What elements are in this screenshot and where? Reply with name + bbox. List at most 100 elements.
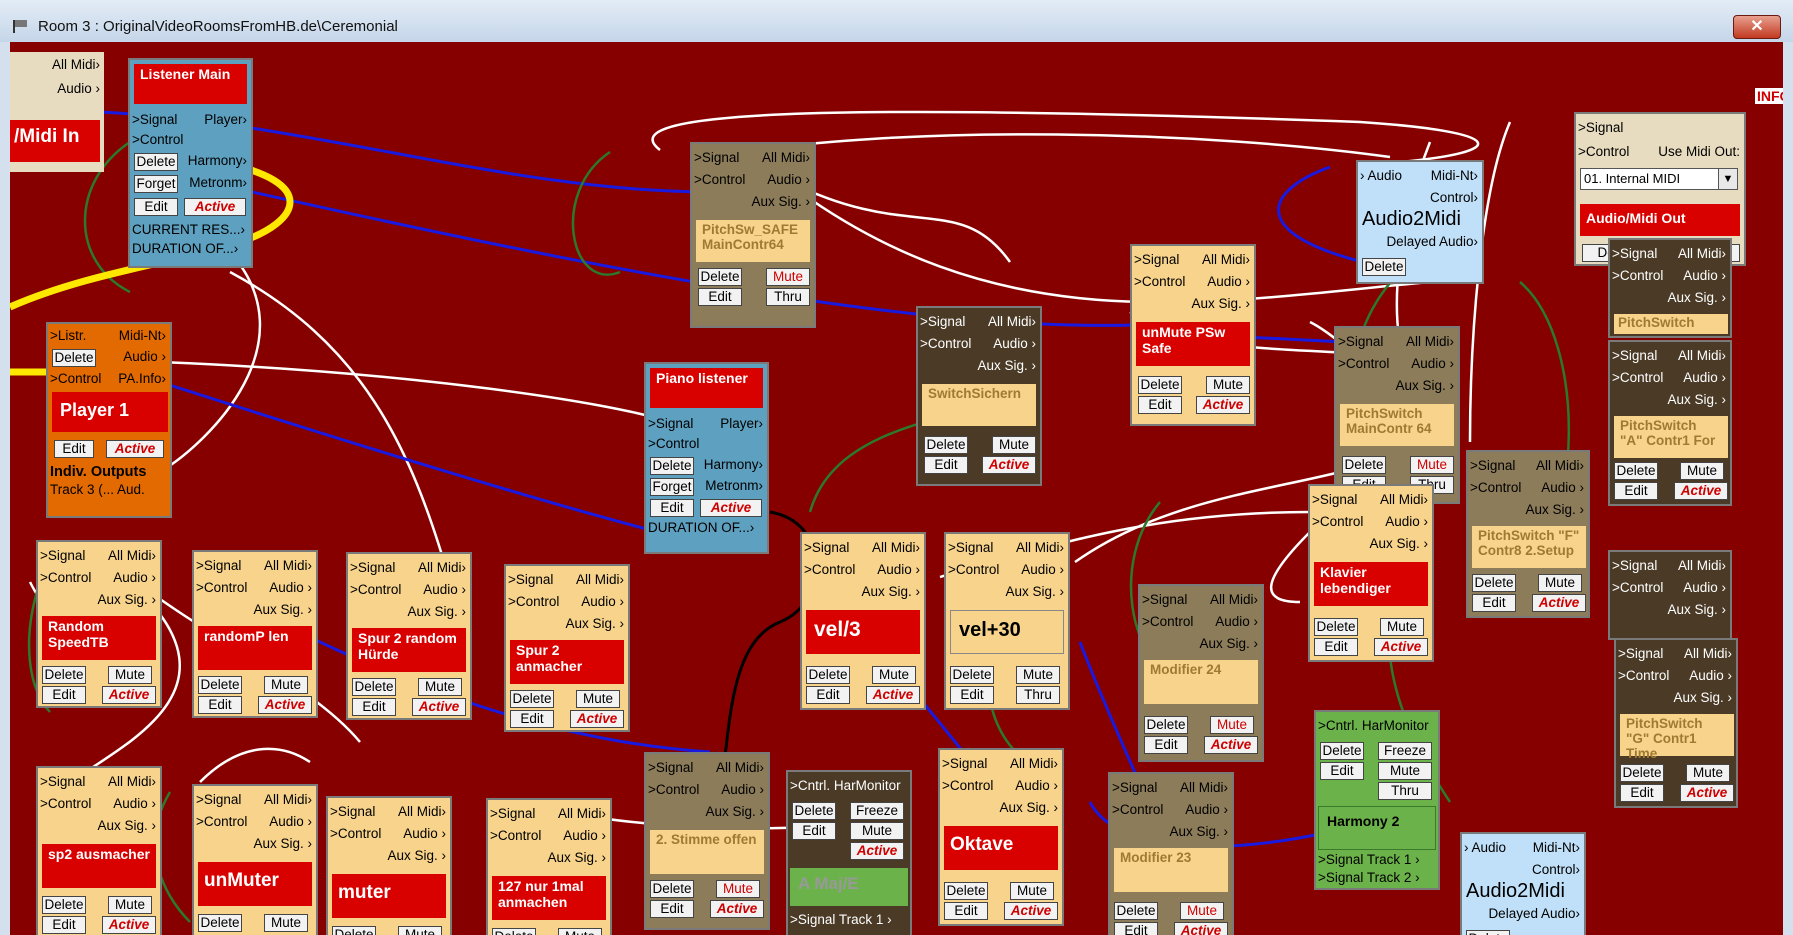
vel3-module[interactable]: >Signal All Midi› >Control Audio › Aux Sig… <box>800 532 926 710</box>
muter-module[interactable]: >Signal All Midi› >Control Audio › Aux Sig… <box>326 796 452 935</box>
edit-button[interactable]: Edit <box>42 686 86 704</box>
edit-button[interactable]: Edit <box>1114 922 1158 935</box>
delete-button[interactable]: Delete <box>198 914 242 932</box>
delete-button[interactable]: Delete <box>1320 742 1364 760</box>
mute-button[interactable]: Mute <box>398 926 442 935</box>
active-button[interactable]: Active <box>412 698 466 716</box>
edit-button[interactable]: Edit <box>650 900 694 918</box>
mute-button[interactable]: Mute <box>1210 716 1254 734</box>
delete-button[interactable]: Delete <box>42 666 86 684</box>
switchsichern-module[interactable]: >Signal All Midi› >Control Audio › Aux S… <box>916 306 1042 486</box>
delete-button[interactable]: Delete <box>198 676 242 694</box>
active-button[interactable]: Active <box>1680 784 1734 802</box>
pitchswitch-main-module[interactable]: >Signal All Midi› >Control Audio › Aux S… <box>1334 326 1460 504</box>
pitchsw-safe-module[interactable]: >Signal All Midi› >Control Audio › Aux S… <box>690 142 816 328</box>
mute-button[interactable]: Mute <box>1206 376 1250 394</box>
edit-button[interactable]: Edit <box>650 499 694 517</box>
info-button[interactable]: INFO <box>1755 88 1783 104</box>
delete-button[interactable]: Delete <box>650 880 694 898</box>
active-button[interactable]: Active <box>700 499 762 517</box>
active-button[interactable]: Active <box>1004 902 1058 920</box>
edit-button[interactable]: Edit <box>198 696 242 714</box>
delete-button[interactable]: Delete <box>332 926 376 935</box>
stimme-module[interactable]: >Signal All Midi› >Control Audio › Aux Sig… <box>644 752 770 930</box>
mute-button[interactable]: Mute <box>1016 666 1060 684</box>
active-button[interactable]: Active <box>710 900 764 918</box>
sp2-ausmacher-module[interactable]: >Signal All Midi› >Control Audio › Aux Sig… <box>36 766 162 935</box>
active-button[interactable]: Active <box>1374 638 1428 656</box>
room-canvas[interactable]: INFO All Midi› Audio › /Midi In Listener… <box>10 42 1783 935</box>
mute-button[interactable]: Mute <box>418 678 462 696</box>
delete-button[interactable]: Delete <box>924 436 968 454</box>
spur2-anmacher-module[interactable]: >Signal All Midi› >Control Audio › Aux Sig… <box>504 564 630 732</box>
delete-button[interactable]: Delete <box>1362 258 1406 276</box>
delete-button[interactable]: Delete <box>792 802 836 820</box>
edit-button[interactable]: Edit <box>1472 594 1516 612</box>
edit-button[interactable]: Edit <box>1144 736 1188 754</box>
delete-button[interactable]: Delete <box>806 666 850 684</box>
edit-button[interactable]: Edit <box>792 822 836 840</box>
delete-button[interactable]: Delete <box>944 882 988 900</box>
delete-button[interactable]: Delete <box>1342 456 1386 474</box>
mute-button[interactable]: Mute <box>766 268 810 286</box>
delete-button[interactable]: Delete <box>1472 574 1516 592</box>
mute-button[interactable]: Mute <box>1378 762 1432 780</box>
randomp-len-module[interactable]: >Signal All Midi› >Control Audio › Aux Sig… <box>192 550 318 718</box>
modifier-24-module[interactable]: >Signal All Midi› >Control Audio › Aux Sig… <box>1138 584 1264 762</box>
edit-button[interactable]: Edit <box>924 456 968 474</box>
active-button[interactable]: Active <box>570 710 624 728</box>
unmuter-module[interactable]: >Signal All Midi› >Control Audio › Aux Sig… <box>192 784 318 935</box>
edit-button[interactable]: Edit <box>134 198 178 216</box>
active-button[interactable]: Active <box>982 456 1036 474</box>
piano-listener-module[interactable]: Piano listener >Signal Player› >Control … <box>644 362 769 554</box>
delete-button[interactable]: Delete <box>1466 930 1510 935</box>
audio2midi-module-1[interactable]: › Audio Midi-Nt› Control› Audio2Midi Del… <box>1356 160 1484 284</box>
harmonitor-module-2[interactable]: >Cntrl. HarMonitor Delete Freeze Edit Mu… <box>1314 710 1440 890</box>
delete-button[interactable]: Delete <box>1314 618 1358 636</box>
pitchswitch-module[interactable]: >Signal All Midi› >Control Audio › Aux S… <box>1608 238 1732 338</box>
edit-button[interactable]: Edit <box>806 686 850 704</box>
pitchswitch-f-module[interactable]: >Signal All Midi› >Control Audio › Aux S… <box>1466 450 1590 618</box>
edit-button[interactable]: Edit <box>1314 638 1358 656</box>
harmonitor-module-1[interactable]: >Cntrl. HarMonitor Delete Freeze Edit Mu… <box>786 770 912 935</box>
active-button[interactable]: Active <box>1174 922 1228 935</box>
mute-button[interactable]: Mute <box>108 666 152 684</box>
mute-button[interactable]: Mute <box>1538 574 1582 592</box>
pitchswitch-hidden-module[interactable]: >Signal All Midi› >Control Audio › Aux S… <box>1608 550 1732 640</box>
active-button[interactable]: Active <box>866 686 920 704</box>
unmute-psw-module[interactable]: >Signal All Midi› >Control Audio › Aux S… <box>1130 244 1256 426</box>
mute-button[interactable]: Mute <box>1410 456 1454 474</box>
active-button[interactable]: Active <box>1674 482 1728 500</box>
edit-button[interactable]: Edit <box>1138 396 1182 414</box>
freeze-button[interactable]: Freeze <box>1378 742 1432 760</box>
active-button[interactable]: Active <box>1196 396 1250 414</box>
delete-button[interactable]: Delete <box>1138 376 1182 394</box>
active-button[interactable]: Active <box>102 916 156 934</box>
mute-button[interactable]: Mute <box>264 676 308 694</box>
edit-button[interactable]: Edit <box>698 288 742 306</box>
active-button[interactable]: Active <box>1204 736 1258 754</box>
delete-button[interactable]: Delete <box>950 666 994 684</box>
delete-button[interactable]: Delete <box>352 678 396 696</box>
forget-button[interactable]: Forget <box>134 175 178 193</box>
delete-button[interactable]: Delete <box>698 268 742 286</box>
random-speedtb-module[interactable]: >Signal All Midi› >Control Audio › Aux Sig… <box>36 540 162 708</box>
player-1-module[interactable]: >Listr. Midi-Nt› Delete Audio › >Control… <box>46 322 172 518</box>
modifier-23-module[interactable]: >Signal All Midi› >Control Audio › Aux Sig… <box>1108 772 1234 935</box>
mute-button[interactable]: Mute <box>716 880 760 898</box>
active-button[interactable]: Active <box>1532 594 1586 612</box>
oktave-module[interactable]: >Signal All Midi› >Control Audio › Aux Sig… <box>938 748 1064 926</box>
pitchswitch-a-module[interactable]: >Signal All Midi› >Control Audio › Aux S… <box>1608 340 1732 506</box>
edit-button[interactable]: Edit <box>950 686 994 704</box>
mute-button[interactable]: Mute <box>1380 618 1424 636</box>
delete-button[interactable]: Delete <box>650 457 694 475</box>
midi-out-select[interactable]: 01. Internal MIDI ▼ <box>1580 168 1738 190</box>
edit-button[interactable]: Edit <box>42 916 86 934</box>
edit-button[interactable]: Edit <box>944 902 988 920</box>
forget-button[interactable]: Forget <box>650 478 694 496</box>
n127-module[interactable]: >Signal All Midi› >Control Audio › Aux Sig… <box>486 798 612 935</box>
delete-button[interactable]: Delete <box>1114 902 1158 920</box>
active-button[interactable]: Active <box>850 842 904 860</box>
edit-button[interactable]: Edit <box>54 440 94 458</box>
midi-in-module[interactable]: All Midi› Audio › /Midi In <box>10 52 104 172</box>
